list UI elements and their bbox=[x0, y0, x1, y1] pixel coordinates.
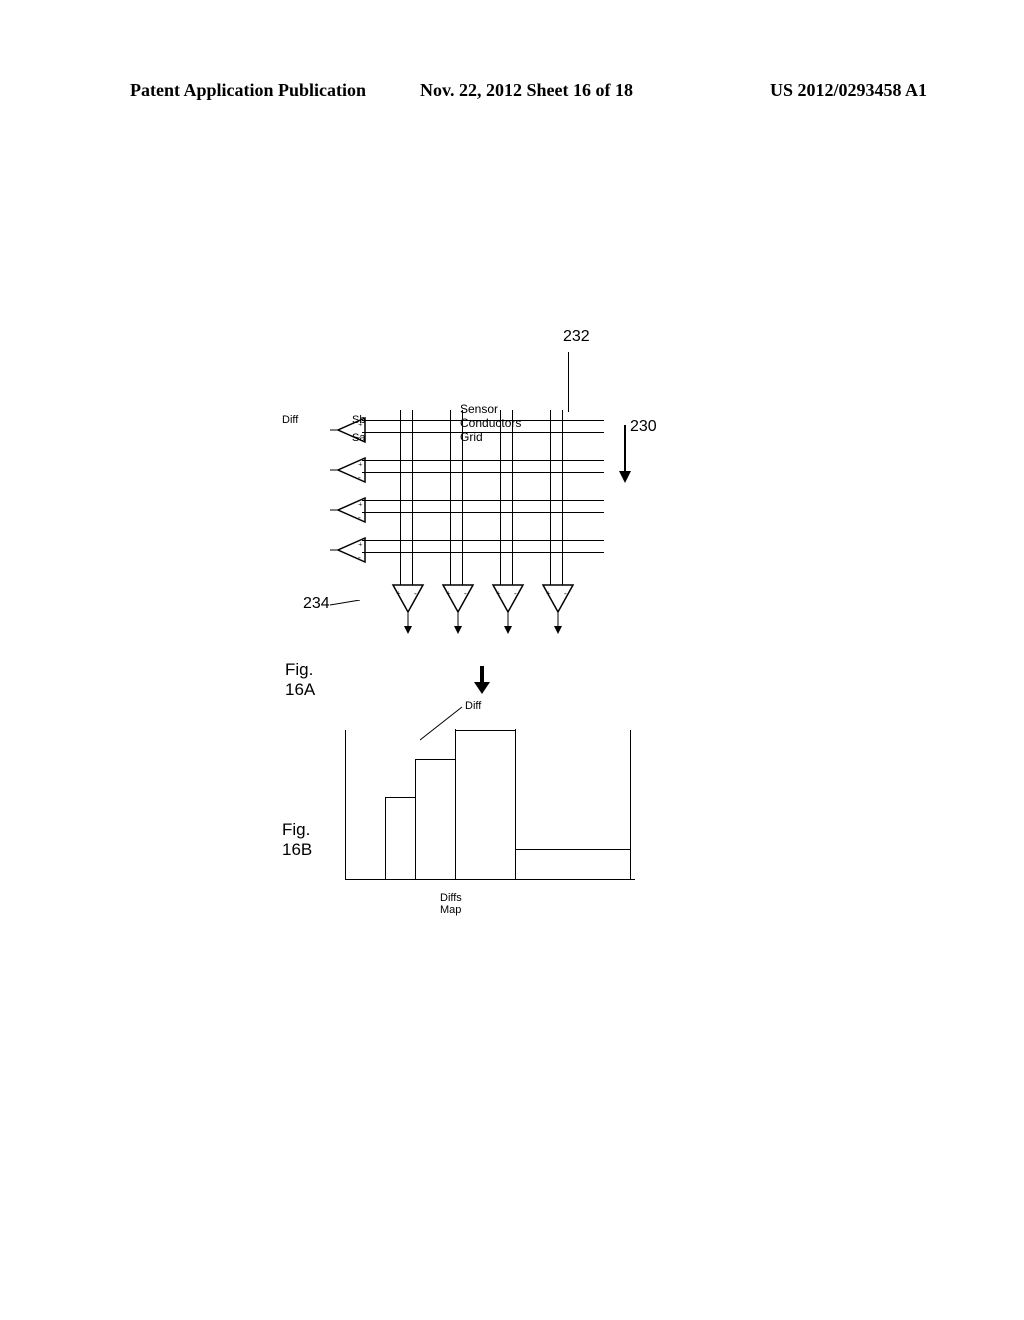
diff-amp-row: +- bbox=[330, 495, 370, 530]
svg-text:+: + bbox=[546, 589, 551, 598]
diff-mid-label: Diff bbox=[465, 700, 481, 712]
header-date-sheet: Nov. 22, 2012 Sheet 16 of 18 bbox=[420, 80, 633, 101]
svg-text:+: + bbox=[446, 589, 451, 598]
diffs-map-chart bbox=[345, 730, 630, 880]
svg-text:+: + bbox=[358, 540, 363, 549]
header-pub-number: US 2012/0293458 A1 bbox=[770, 80, 927, 101]
chart-x-axis bbox=[345, 879, 635, 880]
svg-text:-: - bbox=[358, 473, 361, 482]
sensor-grid bbox=[370, 410, 600, 580]
diff-amp-col: +- bbox=[488, 582, 528, 642]
ref-234-label: 234 bbox=[303, 595, 330, 613]
ref-234-leader bbox=[330, 600, 365, 620]
chart-right-axis bbox=[630, 730, 631, 880]
diff-left-label: Diff bbox=[282, 414, 298, 426]
diff-amp-row: +- bbox=[330, 455, 370, 490]
svg-text:+: + bbox=[496, 589, 501, 598]
transition-arrow-icon bbox=[467, 666, 497, 701]
ref-232-label: 232 bbox=[563, 328, 590, 346]
svg-text:-: - bbox=[464, 589, 467, 598]
chart-y-axis bbox=[345, 730, 346, 880]
diff-amp-col: +- bbox=[438, 582, 478, 642]
ref-232-leader bbox=[568, 352, 569, 412]
header-pub-type: Patent Application Publication bbox=[130, 80, 366, 101]
diff-amp-col: +- bbox=[538, 582, 578, 642]
svg-text:-: - bbox=[358, 433, 361, 442]
svg-text:-: - bbox=[358, 553, 361, 562]
diff-amp-row: +- bbox=[330, 415, 370, 450]
svg-text:-: - bbox=[564, 589, 567, 598]
svg-text:+: + bbox=[358, 420, 363, 429]
fig-16a-caption: Fig. 16A bbox=[285, 660, 315, 700]
svg-text:+: + bbox=[358, 460, 363, 469]
diff-amp-row: +- bbox=[330, 535, 370, 570]
diff-amp-col: +- bbox=[388, 582, 428, 642]
svg-text:+: + bbox=[358, 500, 363, 509]
svg-text:-: - bbox=[358, 513, 361, 522]
svg-text:-: - bbox=[514, 589, 517, 598]
diffs-map-label: Diffs Map bbox=[440, 892, 462, 916]
svg-text:+: + bbox=[396, 589, 401, 598]
fig-16b-caption: Fig. 16B bbox=[282, 820, 312, 860]
ref-230-arrow bbox=[610, 425, 640, 490]
svg-text:-: - bbox=[414, 589, 417, 598]
